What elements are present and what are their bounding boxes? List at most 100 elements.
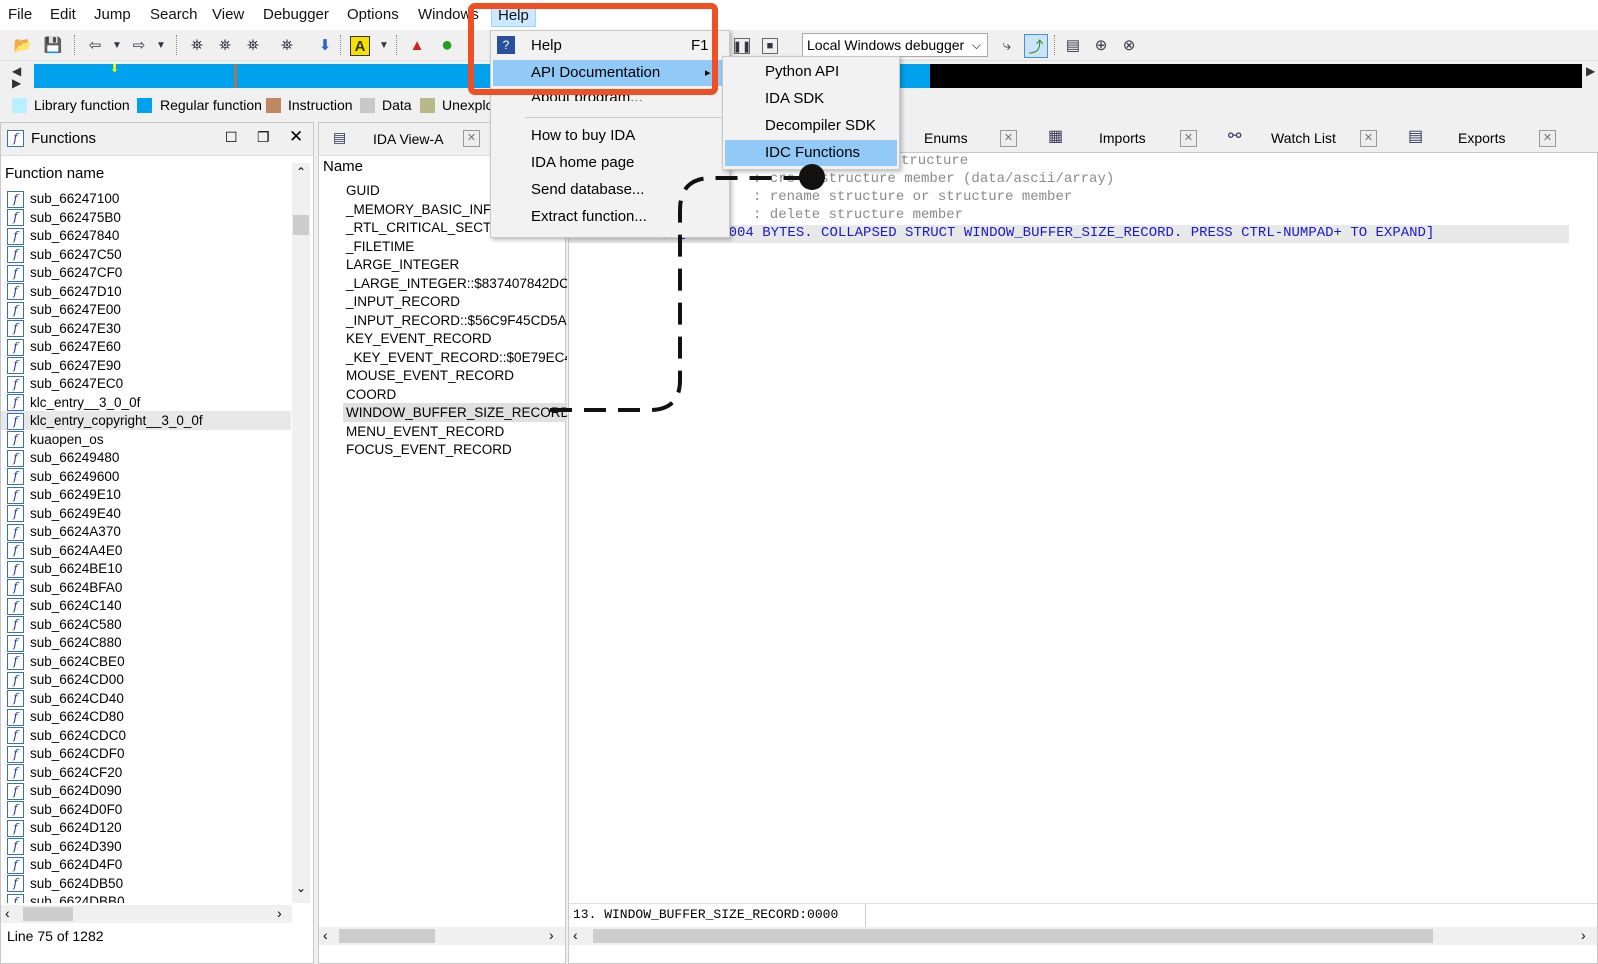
structures-hscrollbar[interactable]: ‹ › (319, 927, 565, 945)
nav-right-end-icon[interactable]: ▶ (1586, 64, 1595, 78)
structure-row[interactable]: MENU_EVENT_RECORD (343, 422, 504, 441)
function-row[interactable]: f kuaopen_os (1, 430, 291, 449)
function-row[interactable]: f sub_6624BE10 (1, 559, 291, 578)
save-icon[interactable]: 💾 (42, 34, 64, 56)
process-options-icon[interactable]: ▤ (1062, 34, 1084, 56)
structure-row[interactable]: _FILETIME (343, 237, 414, 256)
scroll-right-icon[interactable]: › (277, 905, 282, 921)
menu-item-decompiler-sdk[interactable]: Decompiler SDK (725, 113, 897, 139)
menu-item-python-api[interactable]: Python API (725, 59, 897, 85)
function-row[interactable]: f sub_6624CDF0 (1, 744, 291, 763)
function-row[interactable]: f sub_6624C580 (1, 615, 291, 634)
down-arrow-icon[interactable]: ⬇ (314, 34, 336, 56)
text-color-icon[interactable]: A (350, 36, 370, 56)
open-icon[interactable]: 📂 (12, 34, 34, 56)
menu-item-send-database[interactable]: Send database... (493, 177, 727, 203)
function-row[interactable]: f sub_66249E10 (1, 485, 291, 504)
menu-windows[interactable]: Windows (418, 6, 479, 23)
menu-item-about-program[interactable]: About program... (493, 87, 727, 101)
function-row[interactable]: f sub_66249E40 (1, 504, 291, 523)
function-row[interactable]: f sub_66247E30 (1, 319, 291, 338)
function-row[interactable]: f sub_66247D10 (1, 282, 291, 301)
menu-item-ida-sdk[interactable]: IDA SDK (725, 86, 897, 112)
function-row[interactable]: f sub_66247EC0 (1, 374, 291, 393)
menu-item-api-documentation[interactable]: API Documentation ▸ (493, 60, 727, 86)
nav-right-icon[interactable]: ▶ (12, 76, 21, 90)
structure-row[interactable]: _LARGE_INTEGER::$837407842DC9 (343, 274, 567, 293)
stop-icon[interactable]: ■ (762, 38, 778, 54)
scroll-thumb[interactable] (593, 929, 1433, 943)
menu-help[interactable]: Help (491, 4, 536, 27)
tab-enums[interactable]: Enums (924, 124, 968, 152)
step-into-icon[interactable]: ⤷ (996, 34, 1018, 56)
function-row[interactable]: f sub_66249600 (1, 467, 291, 486)
code-view[interactable]: tructure : cre structure member (data/as… (568, 152, 1598, 964)
scroll-left-icon[interactable]: ‹ (323, 927, 328, 943)
search-binary-icon[interactable]: ⛯ (242, 34, 264, 56)
structure-row[interactable]: _INPUT_RECORD::$56C9F45CD5AB (343, 311, 567, 330)
function-row[interactable]: f sub_6624D090 (1, 781, 291, 800)
function-row[interactable]: f sub_6624CD40 (1, 689, 291, 708)
function-row[interactable]: f sub_6624CBE0 (1, 652, 291, 671)
function-row[interactable]: f sub_6624D390 (1, 837, 291, 856)
back-icon[interactable]: ⇦ (84, 34, 106, 56)
tab-watch-list[interactable]: Watch List (1271, 124, 1336, 152)
structure-row[interactable]: _INPUT_RECORD (343, 292, 460, 311)
function-row[interactable]: f sub_66249480 (1, 448, 291, 467)
scroll-thumb[interactable] (339, 929, 435, 943)
function-row[interactable]: f sub_66247E60 (1, 337, 291, 356)
forward-icon[interactable]: ⇨ (128, 34, 150, 56)
function-row[interactable]: f sub_66247E00 (1, 300, 291, 319)
menu-item-ida-home-page[interactable]: IDA home page (493, 150, 727, 176)
scroll-right-icon[interactable]: › (1581, 927, 1586, 943)
menu-item-how-to-buy[interactable]: How to buy IDA (493, 123, 727, 149)
menu-jump[interactable]: Jump (94, 6, 131, 23)
scroll-thumb[interactable] (293, 215, 309, 235)
menu-search[interactable]: Search (150, 6, 198, 23)
step-over-icon[interactable]: ⤴ (1024, 34, 1048, 58)
tab-imports[interactable]: Imports (1099, 124, 1146, 152)
pause-icon[interactable]: ❚❚ (733, 38, 751, 54)
function-row[interactable]: f klc_entry__3_0_0f (1, 393, 291, 412)
function-row[interactable]: f sub_66247100 (1, 189, 291, 208)
function-row[interactable]: f sub_6624A370 (1, 522, 291, 541)
close-icon[interactable]: ✕ (289, 127, 303, 147)
column-header-function-name[interactable]: Function name (5, 165, 104, 182)
menu-item-extract-function[interactable]: Extract function... (493, 204, 727, 230)
detach-icon[interactable]: ⊗ (1118, 34, 1140, 56)
breakpoint-icon[interactable]: ▲ (406, 34, 428, 56)
structure-row[interactable]: _RTL_CRITICAL_SECTIO (343, 218, 506, 237)
scroll-right-icon[interactable]: › (549, 927, 554, 943)
menu-item-idc-functions[interactable]: IDC Functions (725, 140, 897, 166)
structure-row[interactable]: _MEMORY_BASIC_INFO (343, 200, 502, 219)
structure-row[interactable]: GUID (343, 181, 380, 200)
function-row[interactable]: f sub_6624A4E0 (1, 541, 291, 560)
run-icon[interactable]: ● (436, 34, 458, 56)
function-row[interactable]: f sub_66247C50 (1, 245, 291, 264)
function-row[interactable]: f sub_662475B0 (1, 208, 291, 227)
scroll-left-icon[interactable]: ‹ (573, 927, 578, 943)
structure-row[interactable]: KEY_EVENT_RECORD (343, 329, 492, 348)
menu-debugger[interactable]: Debugger (263, 6, 329, 23)
structure-row[interactable]: COORD (343, 385, 396, 404)
scroll-down-icon[interactable]: ⌄ (296, 881, 306, 895)
functions-vscrollbar[interactable]: ⌃ ⌄ (292, 163, 310, 903)
function-row[interactable]: f sub_6624CD80 (1, 707, 291, 726)
function-row[interactable]: f sub_6624C880 (1, 633, 291, 652)
chevron-down-icon[interactable]: ▼ (106, 34, 128, 56)
function-row[interactable]: f sub_66247CF0 (1, 263, 291, 282)
close-tab-icon[interactable]: ✕ (463, 130, 480, 147)
column-header-name[interactable]: Name (323, 158, 363, 175)
functions-hscrollbar[interactable]: ‹ › (1, 905, 292, 923)
function-row[interactable]: f sub_6624D120 (1, 818, 291, 837)
function-row[interactable]: f sub_6624DBB0 (1, 892, 291, 903)
function-row[interactable]: f sub_6624D0F0 (1, 800, 291, 819)
scroll-up-icon[interactable]: ⌃ (296, 165, 306, 179)
attach-icon[interactable]: ⊕ (1090, 34, 1112, 56)
function-row[interactable]: f sub_6624DB50 (1, 874, 291, 893)
structure-row[interactable]: WINDOW_BUFFER_SIZE_RECORD (343, 403, 567, 422)
menu-options[interactable]: Options (347, 6, 399, 23)
code-hscrollbar[interactable]: ‹ › (569, 927, 1597, 945)
maximize-icon[interactable]: ☐ (225, 129, 238, 146)
function-row[interactable]: f sub_6624BFA0 (1, 578, 291, 597)
